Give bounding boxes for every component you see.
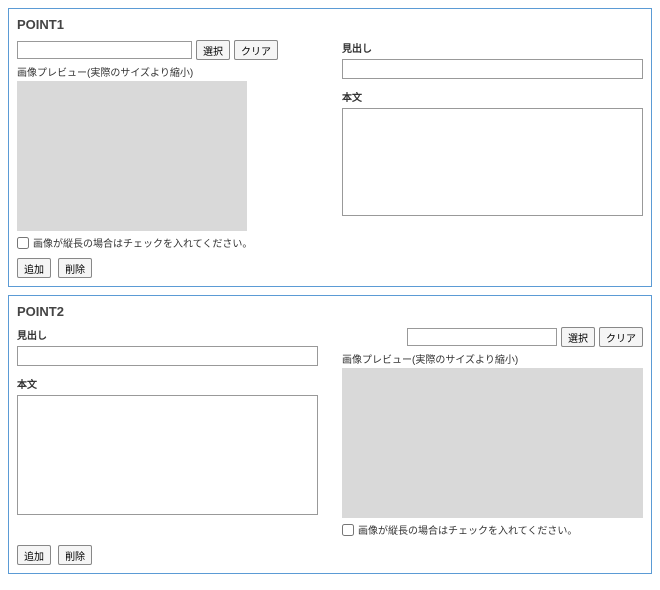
point1-body-label: 本文 [342, 89, 643, 104]
point2-preview [342, 368, 643, 518]
point1-remove-button[interactable]: 削除 [58, 258, 92, 278]
point2-body-textarea[interactable] [17, 395, 318, 515]
point2-file-row: 選択 クリア [342, 327, 643, 347]
point1-path-input[interactable] [17, 41, 192, 59]
point2-heading-input[interactable] [17, 346, 318, 366]
point1-portrait-label: 画像が縦長の場合はチェックを入れてください。 [33, 235, 252, 250]
point2-bottom-buttons: 追加 削除 [17, 545, 643, 565]
point1-body-textarea[interactable] [342, 108, 643, 216]
point1-portrait-row[interactable]: 画像が縦長の場合はチェックを入れてください。 [17, 235, 318, 250]
point1-bottom-buttons: 追加 削除 [17, 258, 643, 278]
point1-add-button[interactable]: 追加 [17, 258, 51, 278]
point2-text-col: 見出し 本文 [17, 327, 318, 537]
point2-select-button[interactable]: 選択 [561, 327, 595, 347]
point1-select-button[interactable]: 選択 [196, 40, 230, 60]
point1-title: POINT1 [17, 17, 643, 32]
point2-portrait-label: 画像が縦長の場合はチェックを入れてください。 [358, 522, 577, 537]
point1-preview-label: 画像プレビュー(実際のサイズより縮小) [17, 64, 318, 79]
point2-clear-button[interactable]: クリア [599, 327, 643, 347]
point1-text-col: 見出し 本文 [342, 40, 643, 250]
point2-portrait-row[interactable]: 画像が縦長の場合はチェックを入れてください。 [342, 522, 643, 537]
point2-portrait-checkbox[interactable] [342, 524, 354, 536]
point2-heading-label: 見出し [17, 327, 318, 342]
point1-heading-input[interactable] [342, 59, 643, 79]
point1-file-row: 選択 クリア [17, 40, 318, 60]
point2-remove-button[interactable]: 削除 [58, 545, 92, 565]
point1-panel: POINT1 選択 クリア 画像プレビュー(実際のサイズより縮小) 画像が縦長の… [8, 8, 652, 287]
point1-image-col: 選択 クリア 画像プレビュー(実際のサイズより縮小) 画像が縦長の場合はチェック… [17, 40, 318, 250]
point1-columns: 選択 クリア 画像プレビュー(実際のサイズより縮小) 画像が縦長の場合はチェック… [17, 40, 643, 250]
point2-panel: POINT2 見出し 本文 選択 クリア 画像プレビュー(実際のサイズより縮小)… [8, 295, 652, 574]
point2-columns: 見出し 本文 選択 クリア 画像プレビュー(実際のサイズより縮小) 画像が縦長の… [17, 327, 643, 537]
point2-body-label: 本文 [17, 376, 318, 391]
point2-preview-label: 画像プレビュー(実際のサイズより縮小) [342, 351, 643, 366]
point2-image-col: 選択 クリア 画像プレビュー(実際のサイズより縮小) 画像が縦長の場合はチェック… [342, 327, 643, 537]
point1-heading-label: 見出し [342, 40, 643, 55]
point1-clear-button[interactable]: クリア [234, 40, 278, 60]
point2-title: POINT2 [17, 304, 643, 319]
point2-path-input[interactable] [407, 328, 557, 346]
point2-add-button[interactable]: 追加 [17, 545, 51, 565]
point1-preview [17, 81, 247, 231]
point1-portrait-checkbox[interactable] [17, 237, 29, 249]
